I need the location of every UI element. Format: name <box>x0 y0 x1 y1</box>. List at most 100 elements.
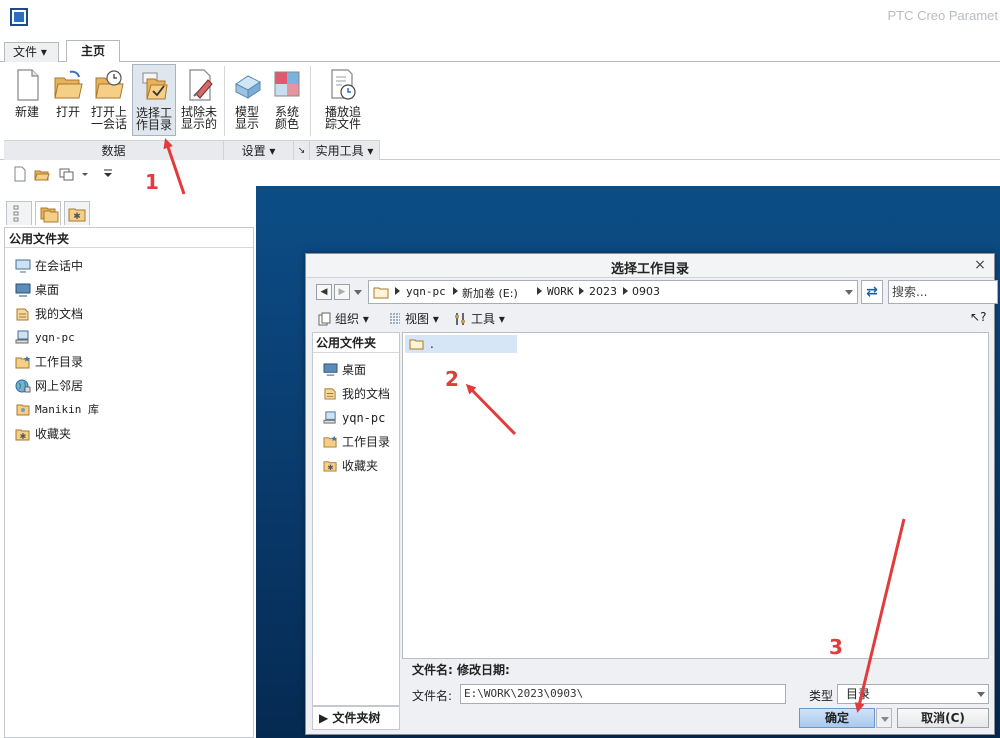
nav-item-label: 在会话中 <box>35 259 84 273</box>
documents-icon <box>324 388 336 400</box>
nav-item-label: yqn-pc <box>35 331 75 344</box>
view-menu[interactable]: 视图 ▾ <box>388 310 439 327</box>
ok-options-dropdown[interactable] <box>876 708 892 728</box>
help-pointer-icon: ↖ <box>970 310 981 324</box>
breadcrumb-drive[interactable]: 新加卷 (E:) <box>462 285 518 301</box>
new-button[interactable]: 新建 <box>6 64 48 136</box>
dialog-item-computer[interactable]: yqn-pc <box>323 408 385 428</box>
model-display-button[interactable]: 模型 显示 <box>226 64 268 136</box>
cancel-button[interactable]: 取消(C) <box>897 708 989 728</box>
dialog-item-desktop[interactable]: 桌面 <box>323 360 366 380</box>
open-button[interactable]: 打开 <box>47 64 89 136</box>
type-select[interactable]: 目录 <box>837 684 989 704</box>
group-utilities-label[interactable]: 实用工具 ▾ <box>310 140 380 160</box>
forward-button[interactable]: ▶ <box>334 284 350 300</box>
help-pointer-button[interactable]: ↖? <box>970 310 986 324</box>
folder-browser-tab[interactable] <box>35 201 61 225</box>
breadcrumb-separator-icon <box>453 287 458 295</box>
type-label: 类型 <box>809 689 834 703</box>
system-colors-button[interactable]: 系统 颜色 <box>266 64 308 136</box>
favorites-tab[interactable]: ✱ <box>64 201 90 225</box>
erase-not-displayed-button[interactable]: 拭除未 显示的 <box>178 64 220 136</box>
folder-browser-icon <box>40 207 59 223</box>
monitor-icon <box>15 259 31 272</box>
file-list-item[interactable]: . <box>405 335 517 353</box>
filename-input[interactable]: E:\WORK\2023\0903\ <box>460 684 786 704</box>
nav-item-working-directory[interactable]: 工作目录 <box>15 352 83 372</box>
app-icon[interactable] <box>10 8 28 26</box>
dialog-title: 选择工作目录 <box>610 262 689 277</box>
ribbon: 新建 打开 打开上 一会话 选择工 作目录 拭除未 显示的 模型 显示 系统 颜… <box>0 62 1000 160</box>
tab-home[interactable]: 主页 <box>66 40 120 63</box>
nav-item-computer[interactable]: yqn-pc <box>15 328 75 348</box>
navigator-tabs: ✱ <box>4 199 254 227</box>
dialog-title-bar: 选择工作目录 × <box>306 254 994 278</box>
organize-menu[interactable]: 组织 ▾ <box>318 310 369 327</box>
computer-icon <box>15 330 29 344</box>
nav-item-label: Manikin 库 <box>35 403 99 416</box>
history-dropdown-icon[interactable] <box>354 290 362 295</box>
model-display-icon <box>235 75 261 99</box>
title-bar: PTC Creo Paramet <box>0 0 1000 36</box>
nav-item-desktop[interactable]: 桌面 <box>15 280 59 300</box>
close-icon[interactable]: × <box>972 257 988 273</box>
chevron-down-icon[interactable] <box>80 166 90 182</box>
nav-item-manikin-library[interactable]: Manikin 库 <box>15 400 99 420</box>
svg-text:✱: ✱ <box>20 432 27 441</box>
play-trail-file-icon <box>331 69 356 100</box>
nav-item-my-documents[interactable]: 我的文档 <box>15 304 83 324</box>
favorites-folder-icon: ✱ <box>15 429 30 441</box>
breadcrumb-2023[interactable]: 2023 <box>589 285 617 298</box>
dialog-item-label: yqn-pc <box>342 411 386 425</box>
organize-label: 组织 ▾ <box>335 312 369 326</box>
help-label: ? <box>980 310 987 324</box>
dialog-item-working-directory[interactable]: 工作目录 <box>323 432 390 452</box>
open-folder-icon[interactable] <box>34 166 50 182</box>
filename-label: 文件名: <box>412 689 453 703</box>
search-input[interactable]: 搜索... <box>888 280 998 304</box>
address-dropdown-icon[interactable] <box>845 290 853 295</box>
folder-tree-toggle[interactable]: ▶ 文件夹树 <box>312 706 400 730</box>
model-tree-tab[interactable] <box>6 201 32 225</box>
customize-toolbar-icon[interactable] <box>102 166 114 182</box>
group-data-label: 数据 <box>4 140 224 160</box>
new-file-icon <box>17 69 39 101</box>
type-select-value: 目录 <box>846 687 871 701</box>
new-file-icon[interactable] <box>12 166 28 182</box>
breadcrumb-work[interactable]: WORK <box>547 285 574 298</box>
breadcrumb-separator-icon <box>395 287 400 295</box>
open-last-session-button[interactable]: 打开上 一会话 <box>88 64 130 136</box>
breadcrumb-separator-icon <box>623 287 628 295</box>
working-directory-icon <box>323 435 337 448</box>
quick-access-toolbar <box>0 161 256 187</box>
back-button[interactable]: ◀ <box>316 284 332 300</box>
nav-item-label: 收藏夹 <box>35 427 72 441</box>
file-list[interactable]: . <box>402 332 989 659</box>
tools-icon <box>455 312 465 325</box>
model-tree-icon <box>13 205 19 222</box>
settings-launcher-icon[interactable]: ↘ <box>294 140 310 160</box>
select-working-directory-button[interactable]: 选择工 作目录 <box>132 64 176 136</box>
breadcrumb-0903[interactable]: 0903 <box>632 285 660 298</box>
dialog-item-my-documents[interactable]: 我的文档 <box>323 384 390 404</box>
group-settings-label[interactable]: 设置 ▾ <box>224 140 294 160</box>
tools-label: 工具 ▾ <box>471 312 505 326</box>
nav-item-favorites[interactable]: ✱ 收藏夹 <box>15 424 71 444</box>
breadcrumb-separator-icon <box>579 287 584 295</box>
dialog-item-label: 桌面 <box>342 363 367 377</box>
nav-item-network[interactable]: 网上邻居 <box>15 376 83 396</box>
breadcrumb-computer[interactable]: yqn-pc <box>406 285 446 298</box>
windows-icon[interactable] <box>58 166 74 182</box>
working-directory-icon <box>15 355 30 368</box>
dialog-item-favorites[interactable]: ✱ 收藏夹 <box>323 456 378 476</box>
nav-item-in-session[interactable]: 在会话中 <box>15 256 83 276</box>
address-bar[interactable]: yqn-pc 新加卷 (E:) WORK 2023 0903 <box>368 280 858 304</box>
select-working-directory-dialog: 选择工作目录 × ◀ ▶ yqn-pc 新加卷 (E:) WORK 2023 0… <box>305 253 998 735</box>
tools-menu[interactable]: 工具 ▾ <box>454 310 505 327</box>
refresh-icon[interactable]: ⇄ <box>861 280 883 304</box>
ribbon-tabs: 文件 ▾ 主页 <box>0 38 1000 63</box>
play-trail-file-button[interactable]: 播放追 踪文件 <box>322 64 364 136</box>
tab-file[interactable]: 文件 ▾ <box>4 42 59 62</box>
file-list-item-label: . <box>430 337 434 351</box>
ok-button[interactable]: 确定 <box>799 708 875 728</box>
